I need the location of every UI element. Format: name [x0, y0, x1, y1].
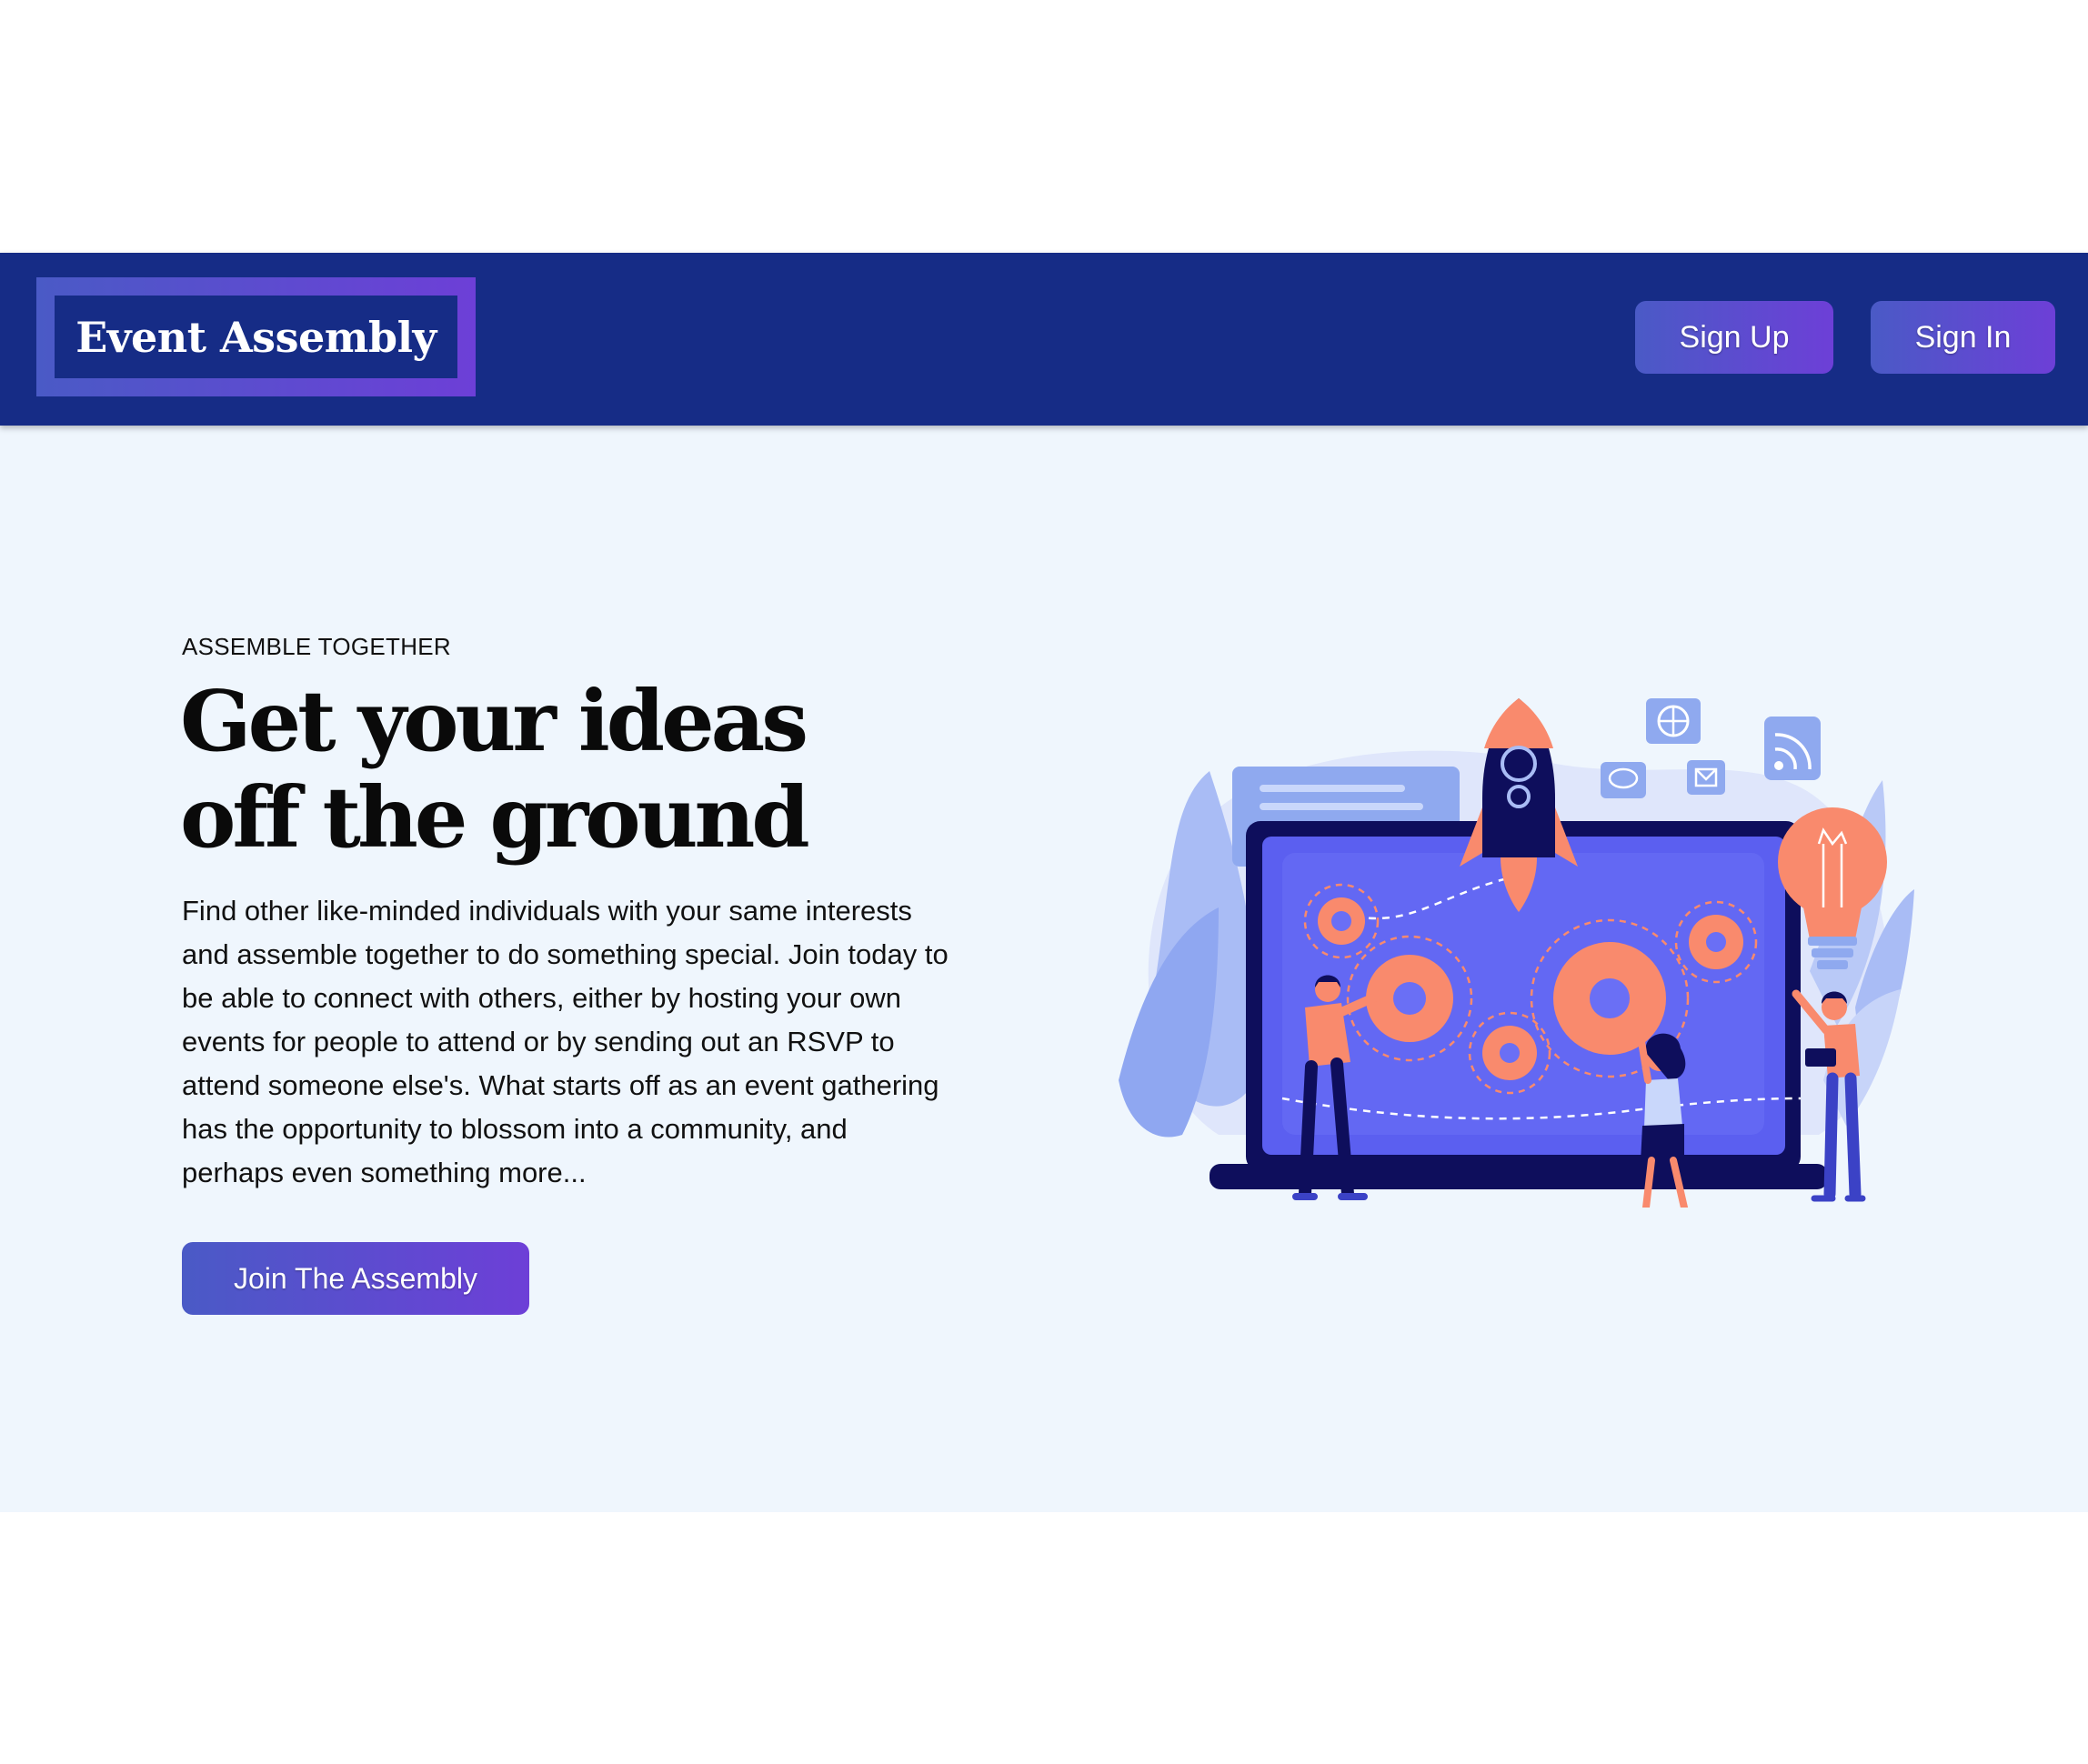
sign-up-button[interactable]: Sign Up: [1635, 301, 1833, 374]
sign-in-button[interactable]: Sign In: [1871, 301, 2055, 374]
logo[interactable]: Event Assembly: [36, 277, 476, 396]
bottom-whitespace: [0, 1512, 2088, 1764]
top-whitespace: [0, 0, 2088, 253]
logo-inner: Event Assembly: [55, 296, 457, 378]
globe-icon: [1646, 698, 1701, 744]
headline-line-2: off the ground: [180, 768, 810, 867]
navbar: Event Assembly Sign Up Sign In: [0, 253, 2088, 426]
headline-line-1: Get your ideas: [180, 672, 808, 770]
hero-description: Find other like-minded individuals with …: [182, 895, 949, 1188]
hero-eyebrow: ASSEMBLE TOGETHER: [182, 633, 452, 660]
hero-section: ASSEMBLE TOGETHER Get your ideas off the…: [0, 426, 2088, 1512]
hero-illustration: [1119, 698, 1914, 1208]
join-assembly-button[interactable]: Join The Assembly: [182, 1242, 529, 1315]
chat-icon: [1601, 762, 1646, 798]
hero-headline: Get your ideas off the ground: [180, 673, 817, 866]
mail-icon: [1687, 760, 1725, 795]
rss-icon: [1764, 717, 1821, 780]
logo-text: Event Assembly: [75, 312, 437, 362]
